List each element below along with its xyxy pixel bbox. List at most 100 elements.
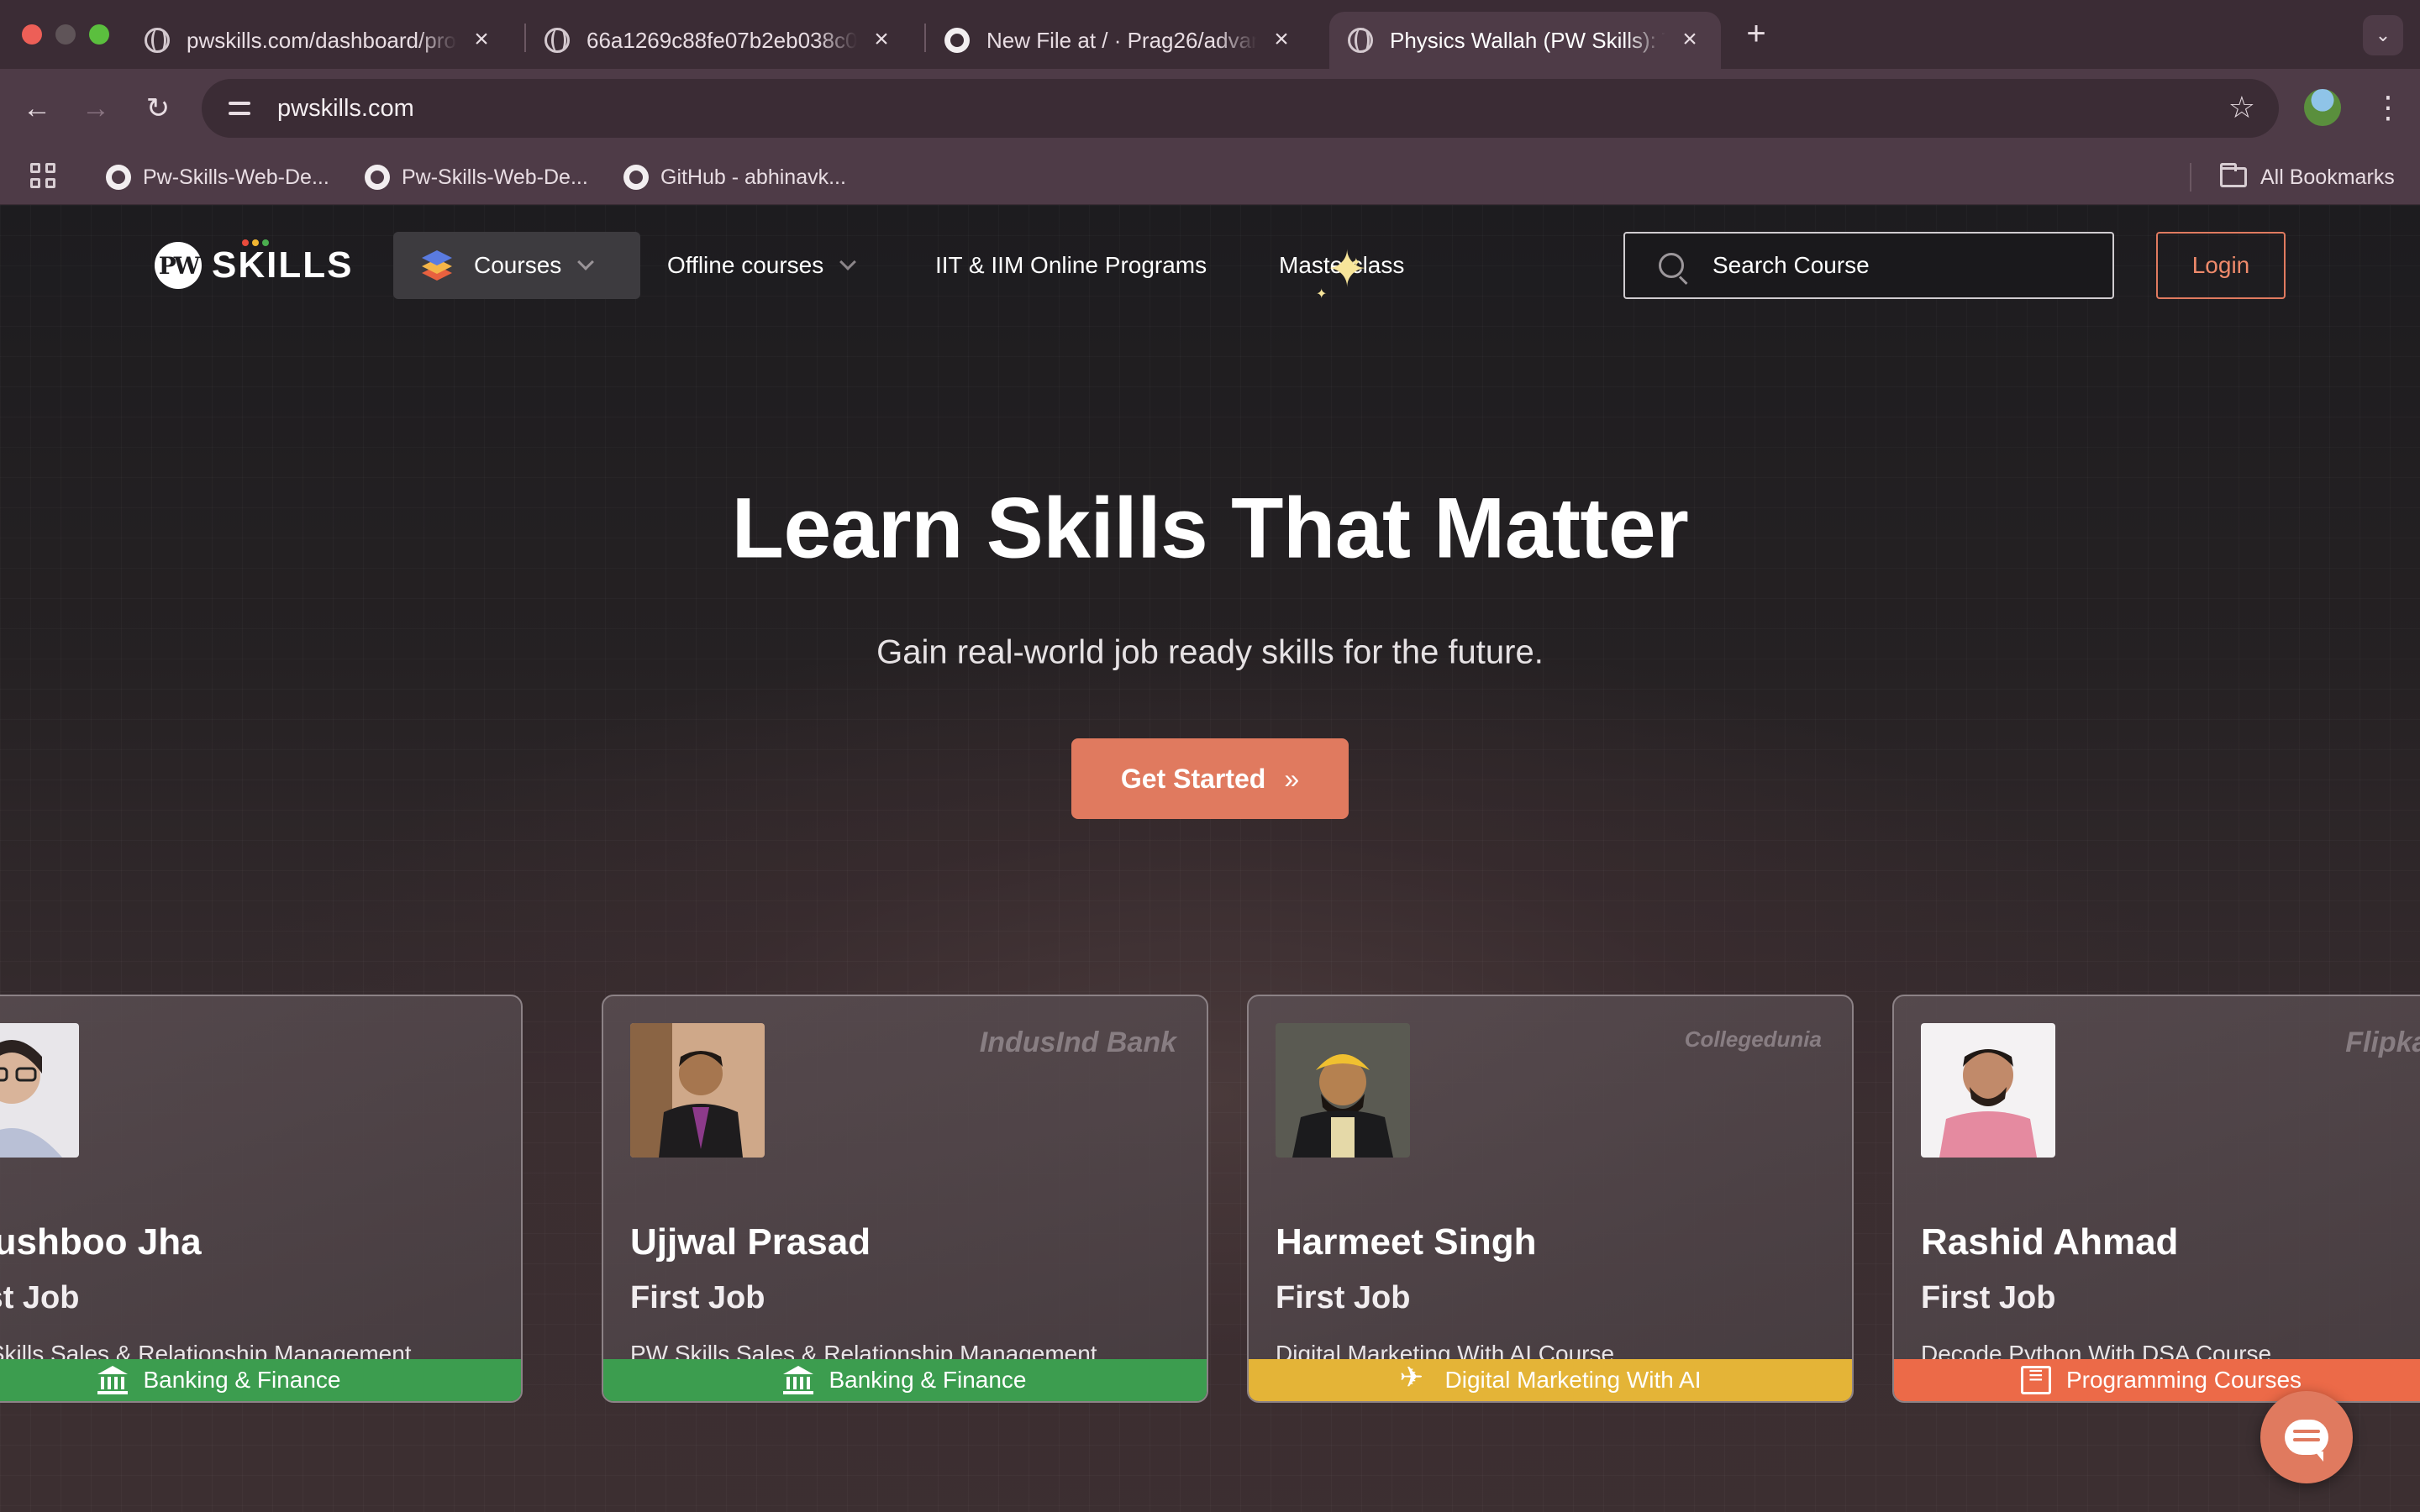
category-label: Banking & Finance bbox=[829, 1367, 1027, 1393]
browser-tab[interactable]: pwskills.com/dashboard/profi × bbox=[126, 12, 513, 69]
browser-tab-active[interactable]: Physics Wallah (PW Skills): Te × bbox=[1329, 12, 1721, 69]
address-bar[interactable]: pwskills.com ☆ bbox=[202, 79, 2279, 138]
category-label: Banking & Finance bbox=[143, 1367, 341, 1393]
browser-menu-icon[interactable]: ⋮ bbox=[2373, 87, 2403, 129]
search-placeholder: Search Course bbox=[1712, 252, 1870, 278]
logo-dots-icon bbox=[242, 239, 269, 246]
get-started-label: Get Started bbox=[1120, 763, 1266, 794]
category-badge: Programming Courses bbox=[1894, 1359, 2420, 1401]
tab-close-icon[interactable]: × bbox=[869, 27, 894, 53]
folder-icon bbox=[2220, 163, 2247, 187]
testimonial-card[interactable]: Flipkart Rashid Ahmad First Job Decode P… bbox=[1892, 995, 2420, 1403]
tab-close-icon[interactable]: × bbox=[1269, 27, 1294, 53]
logo-mark: PW bbox=[155, 242, 202, 289]
github-icon bbox=[106, 165, 131, 190]
category-badge: Banking & Finance bbox=[0, 1359, 521, 1401]
forward-arrow-icon[interactable]: → bbox=[76, 89, 116, 129]
testimonial-card[interactable]: Collegedunia Harmeet Singh First Job Dig… bbox=[1247, 995, 1854, 1403]
logo-wordmark: SKILLS bbox=[212, 244, 354, 286]
company-logo: Flipkart bbox=[2345, 1026, 2420, 1058]
tab-search-chevron-icon[interactable]: ⌄ bbox=[2363, 15, 2403, 55]
site-settings-icon[interactable] bbox=[227, 96, 255, 121]
sparkle-small-icon: ✦ bbox=[1316, 287, 1328, 302]
courses-label: Courses bbox=[474, 252, 562, 278]
company-logo: Collegedunia bbox=[1684, 1026, 1822, 1052]
student-photo bbox=[1276, 1023, 1410, 1158]
bookmark-item[interactable]: Pw-Skills-Web-De... bbox=[365, 150, 588, 205]
nav-offline-courses[interactable]: Offline courses bbox=[667, 232, 857, 299]
window-close-button[interactable] bbox=[22, 24, 42, 45]
nav-offline-label: Offline courses bbox=[667, 252, 824, 278]
tab-title: New File at / · Prag26/advanc bbox=[986, 27, 1257, 53]
student-name: Rashid Ahmad bbox=[1921, 1221, 2179, 1263]
category-badge: Banking & Finance bbox=[603, 1359, 1207, 1401]
chevron-down-icon bbox=[839, 254, 857, 270]
student-name: Ujjwal Prasad bbox=[630, 1221, 871, 1263]
bookmark-label: Pw-Skills-Web-De... bbox=[402, 165, 588, 189]
new-tab-button[interactable]: + bbox=[1739, 17, 1773, 52]
hero-subtitle: Gain real-world job ready skills for the… bbox=[876, 633, 1544, 671]
bookmark-label: GitHub - abhinavk... bbox=[660, 165, 846, 189]
browser-tab[interactable]: 66a1269c88fe07b2eb038c0 × bbox=[526, 12, 913, 69]
student-role: First Job bbox=[1276, 1280, 1411, 1315]
get-started-button[interactable]: Get Started » bbox=[1071, 738, 1349, 819]
globe-icon bbox=[1348, 28, 1373, 53]
bookmarks-bar: Pw-Skills-Web-De... Pw-Skills-Web-De... … bbox=[0, 150, 2420, 205]
logo-text: SKILLS bbox=[212, 239, 354, 286]
testimonial-card[interactable]: Khushboo Jha First Job PW Skills Sales &… bbox=[0, 995, 523, 1403]
bank-icon bbox=[783, 1366, 814, 1394]
category-label: Digital Marketing With AI bbox=[1444, 1367, 1702, 1393]
student-photo bbox=[0, 1023, 79, 1158]
search-icon bbox=[1659, 253, 1684, 278]
hero-title: Learn Skills That Matter bbox=[731, 480, 1689, 576]
student-photo bbox=[1921, 1023, 2055, 1158]
url-text[interactable]: pwskills.com bbox=[277, 95, 414, 123]
nav-iit-iim-label: IIT & IIM Online Programs bbox=[935, 252, 1207, 278]
tab-title: Physics Wallah (PW Skills): Te bbox=[1390, 27, 1665, 53]
reload-icon[interactable]: ↻ bbox=[138, 89, 178, 129]
chat-bubble-icon bbox=[2285, 1420, 2328, 1462]
browser-toolbar: ← → ↻ pwskills.com ☆ ⋮ bbox=[0, 69, 2420, 150]
testimonial-card[interactable]: IndusInd Bank Ujjwal Prasad First Job PW… bbox=[602, 995, 1208, 1403]
chevron-down-icon bbox=[577, 254, 595, 270]
profile-avatar[interactable] bbox=[2304, 89, 2341, 126]
tab-title: 66a1269c88fe07b2eb038c0 bbox=[587, 27, 857, 53]
student-name: Harmeet Singh bbox=[1276, 1221, 1537, 1263]
sparkle-small-icon: ✦ bbox=[1351, 255, 1361, 269]
globe-icon bbox=[145, 28, 170, 53]
nav-iit-iim-programs[interactable]: IIT & IIM Online Programs bbox=[935, 232, 1207, 299]
chat-support-button[interactable] bbox=[2260, 1391, 2353, 1483]
bookmark-label: Pw-Skills-Web-De... bbox=[143, 165, 329, 189]
sparkle-icon: ✦ bbox=[1326, 241, 1369, 297]
github-icon bbox=[365, 165, 390, 190]
rocket-icon bbox=[1400, 1361, 1430, 1394]
bookmark-item[interactable]: GitHub - abhinavk... bbox=[623, 150, 846, 205]
login-button[interactable]: Login bbox=[2156, 232, 2286, 299]
back-arrow-icon[interactable]: ← bbox=[17, 89, 57, 129]
bookmarks-separator bbox=[2190, 163, 2191, 192]
all-bookmarks-button[interactable]: All Bookmarks bbox=[2220, 150, 2395, 205]
courses-menu-button[interactable]: Courses bbox=[393, 232, 640, 299]
tab-close-icon[interactable]: × bbox=[1677, 27, 1702, 53]
pw-skills-logo[interactable]: PW SKILLS bbox=[155, 239, 354, 289]
code-icon bbox=[2020, 1362, 2051, 1394]
student-role: First Job bbox=[0, 1280, 80, 1315]
window-zoom-button[interactable] bbox=[89, 24, 109, 45]
bookmark-star-icon[interactable]: ☆ bbox=[2228, 91, 2255, 124]
bookmark-item[interactable]: Pw-Skills-Web-De... bbox=[106, 150, 329, 205]
window-minimize-button[interactable] bbox=[55, 24, 76, 45]
company-logo: IndusInd Bank bbox=[979, 1026, 1176, 1058]
tab-close-icon[interactable]: × bbox=[469, 27, 494, 53]
github-icon bbox=[944, 28, 970, 53]
category-label: Programming Courses bbox=[2065, 1367, 2302, 1393]
page-content: PW SKILLS Courses Offline courses IIT & … bbox=[0, 205, 2420, 1512]
apps-grid-icon[interactable] bbox=[30, 163, 55, 188]
student-name: Khushboo Jha bbox=[0, 1221, 202, 1263]
bank-icon bbox=[97, 1366, 129, 1394]
browser-tab[interactable]: New File at / · Prag26/advanc × bbox=[926, 12, 1313, 69]
double-chevron-right-icon: » bbox=[1284, 763, 1300, 794]
course-search-input[interactable]: Search Course bbox=[1623, 232, 2114, 299]
browser-tab-strip: pwskills.com/dashboard/profi × 66a1269c8… bbox=[0, 0, 2420, 69]
layers-icon bbox=[418, 249, 455, 282]
site-header: PW SKILLS Courses Offline courses IIT & … bbox=[0, 205, 2420, 323]
